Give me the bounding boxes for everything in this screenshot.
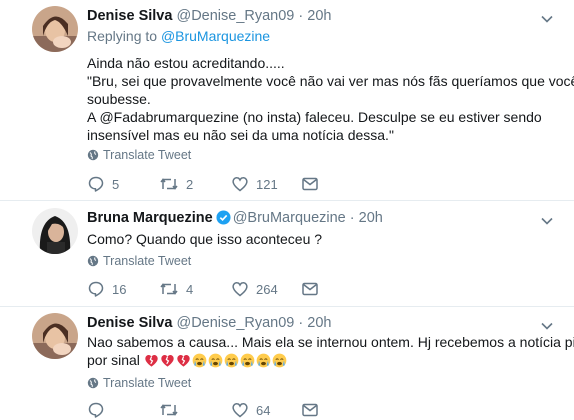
tweet-actions: 64 xyxy=(87,400,387,420)
tweet-line: por sinal xyxy=(87,352,140,368)
retweet-count: 4 xyxy=(186,281,194,297)
tweet-line: Como? Quando que isso aconteceu ? xyxy=(87,231,323,247)
crying-face-emoji-icon xyxy=(240,353,255,368)
envelope-icon xyxy=(302,177,318,191)
globe-icon xyxy=(87,377,99,389)
like-button[interactable]: 121 xyxy=(231,174,278,194)
replying-to-link[interactable]: @BruMarquezine xyxy=(161,28,270,44)
tweet-line: soubesse. xyxy=(87,91,151,107)
globe-icon xyxy=(87,149,99,161)
tweet-text: Ainda não estou acreditando..... "Bru, s… xyxy=(87,54,574,144)
crying-face-emoji-icon xyxy=(224,353,239,368)
tweet-header: Denise Silva @Denise_Ryan09 · 20h xyxy=(87,315,331,331)
reply-count: 16 xyxy=(112,281,127,297)
timestamp[interactable]: 20h xyxy=(307,8,331,24)
envelope-icon xyxy=(302,282,318,296)
translate-tweet[interactable]: Translate Tweet xyxy=(87,254,191,268)
timestamp[interactable]: 20h xyxy=(359,210,383,226)
heart-icon xyxy=(232,177,248,192)
tweet-line: "Bru, sei que provavelmente você não vai… xyxy=(87,73,574,89)
like-count: 264 xyxy=(256,281,278,297)
author-name[interactable]: Bruna Marquezine xyxy=(87,210,213,226)
author-name[interactable]: Denise Silva xyxy=(87,8,172,24)
crying-face-emoji-icon xyxy=(272,353,287,368)
like-count: 64 xyxy=(256,402,271,418)
tweet-text: Como? Quando que isso aconteceu ? xyxy=(87,230,557,248)
reply-icon xyxy=(88,281,104,297)
retweet-button[interactable] xyxy=(159,400,179,420)
chevron-down-icon[interactable] xyxy=(540,214,554,228)
retweet-icon xyxy=(160,404,178,416)
separator-dot: · xyxy=(349,210,355,226)
tweet-actions: 16 4 264 xyxy=(87,279,387,299)
crying-face-emoji-icon xyxy=(192,353,207,368)
avatar-denise[interactable] xyxy=(32,313,78,359)
replying-to: Replying to @BruMarquezine xyxy=(87,28,270,44)
author-handle[interactable]: @Denise_Ryan09 xyxy=(176,315,294,331)
avatar-denise[interactable] xyxy=(32,6,78,52)
tweet-header: Bruna Marquezine @BruMarquezine · 20h xyxy=(87,210,383,226)
heart-icon xyxy=(232,403,248,418)
retweet-button[interactable]: 2 xyxy=(159,174,193,194)
broken-heart-emoji-icon xyxy=(177,354,190,367)
reply-count: 5 xyxy=(112,176,120,192)
like-button[interactable]: 64 xyxy=(231,400,270,420)
timestamp[interactable]: 20h xyxy=(307,315,331,331)
retweet-icon xyxy=(160,178,178,190)
translate-tweet[interactable]: Translate Tweet xyxy=(87,148,191,162)
separator-dot: · xyxy=(298,315,304,331)
tweet-text: Nao sabemos a causa... Mais ela se inter… xyxy=(87,333,574,369)
replying-to-label: Replying to xyxy=(87,28,158,44)
reply-button[interactable]: 5 xyxy=(87,174,119,194)
translate-tweet[interactable]: Translate Tweet xyxy=(87,376,191,390)
retweet-button[interactable]: 4 xyxy=(159,279,193,299)
direct-message-button[interactable] xyxy=(301,174,319,194)
emoji-row xyxy=(144,352,288,368)
translate-label: Translate Tweet xyxy=(103,148,192,162)
separator-dot: · xyxy=(298,8,304,24)
author-handle[interactable]: @Denise_Ryan09 xyxy=(176,8,294,24)
divider xyxy=(0,200,574,201)
like-count: 121 xyxy=(256,176,278,192)
tweet-actions: 5 2 121 xyxy=(87,174,387,194)
globe-icon xyxy=(87,255,99,267)
tweet-line: insensível mas eu não sei da uma notícia… xyxy=(87,127,394,143)
author-name[interactable]: Denise Silva xyxy=(87,315,172,331)
heart-icon xyxy=(232,282,248,297)
author-handle[interactable]: @BruMarquezine xyxy=(233,210,346,226)
chevron-down-icon[interactable] xyxy=(540,319,554,333)
reply-button[interactable]: 16 xyxy=(87,279,126,299)
tweet-header: Denise Silva @Denise_Ryan09 · 20h xyxy=(87,8,331,24)
direct-message-button[interactable] xyxy=(301,400,319,420)
retweet-count: 2 xyxy=(186,176,194,192)
broken-heart-emoji-icon xyxy=(161,354,174,367)
envelope-icon xyxy=(302,403,318,417)
tweet-line: A @Fadabrumarquezine (no insta) faleceu.… xyxy=(87,109,542,125)
direct-message-button[interactable] xyxy=(301,279,319,299)
reply-icon xyxy=(88,176,104,192)
tweet-line: Ainda não estou acreditando..... xyxy=(87,55,285,71)
divider xyxy=(0,306,574,307)
tweet-line-with-emoji: por sinal xyxy=(87,351,557,369)
retweet-icon xyxy=(160,283,178,295)
chevron-down-icon[interactable] xyxy=(540,12,554,26)
crying-face-emoji-icon xyxy=(256,353,271,368)
reply-button[interactable] xyxy=(87,400,105,420)
tweet-line: Nao sabemos a causa... Mais ela se inter… xyxy=(87,334,574,350)
broken-heart-emoji-icon xyxy=(145,354,158,367)
translate-label: Translate Tweet xyxy=(103,254,192,268)
like-button[interactable]: 264 xyxy=(231,279,278,299)
crying-face-emoji-icon xyxy=(208,353,223,368)
verified-badge-icon xyxy=(216,210,231,225)
reply-icon xyxy=(88,402,104,418)
translate-label: Translate Tweet xyxy=(103,376,192,390)
avatar-bruna[interactable] xyxy=(32,208,78,254)
